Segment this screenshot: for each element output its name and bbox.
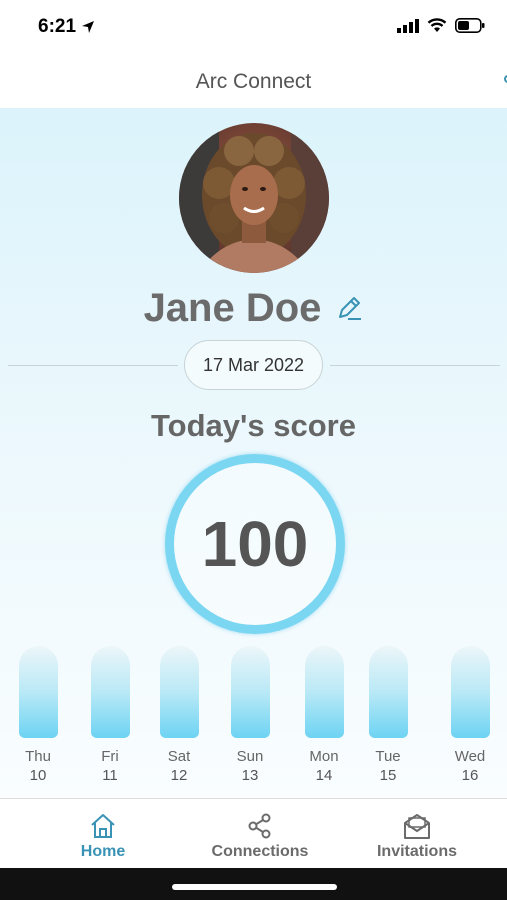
day-name: Thu	[25, 748, 51, 765]
day-number: 13	[241, 767, 259, 784]
time-text: 6:21	[38, 16, 77, 37]
date-pill[interactable]: 17 Mar 2022	[184, 340, 323, 390]
nav-bar: Arc Connect	[0, 56, 507, 108]
score-label: Today's score	[151, 408, 356, 443]
day-name: Sat	[167, 748, 191, 765]
status-bar: 6:21	[0, 0, 507, 56]
day-sat[interactable]: Sat 12	[157, 646, 201, 784]
day-bar	[368, 646, 408, 738]
day-bar	[304, 646, 344, 738]
day-history: Thu 10 Fri 11 Sat 12 Sun 13 Mon 14 Tue 1…	[0, 646, 507, 796]
user-name: Jane Doe	[143, 285, 322, 330]
day-name: Sun	[236, 748, 264, 765]
day-bar	[159, 646, 199, 738]
battery-icon	[455, 18, 485, 33]
tab-invitations[interactable]: Invitations	[347, 811, 487, 861]
wifi-icon	[427, 18, 447, 32]
day-number: 11	[102, 767, 118, 784]
day-tue[interactable]: Tue 15	[366, 646, 410, 784]
day-mon[interactable]: Mon 14	[302, 646, 346, 784]
score-value: 100	[201, 508, 309, 580]
day-bar	[90, 646, 130, 738]
status-time: 6:21	[38, 16, 96, 38]
day-bar	[18, 646, 58, 738]
day-name: Wed	[454, 748, 486, 765]
day-bar	[230, 646, 270, 738]
envelope-icon	[404, 814, 430, 839]
day-number: 14	[315, 767, 333, 784]
tab-label: Home	[80, 843, 126, 860]
tab-connections[interactable]: Connections	[190, 811, 330, 861]
avatar-photo	[179, 123, 329, 273]
day-number: 16	[461, 767, 479, 784]
page-title: Arc Connect	[195, 70, 312, 93]
share-icon	[248, 813, 271, 839]
cellular-signal-icon	[397, 18, 419, 33]
day-number: 12	[170, 767, 188, 784]
date-row: 17 Mar 2022	[0, 340, 507, 390]
divider-right	[330, 365, 500, 366]
home-indicator[interactable]	[172, 884, 337, 890]
day-name: Tue	[375, 748, 401, 765]
day-bar	[450, 646, 490, 738]
day-fri[interactable]: Fri 11	[88, 646, 132, 784]
tab-bar: Home Connections Invitations	[0, 798, 507, 868]
day-number: 15	[379, 767, 397, 784]
tab-home[interactable]: Home	[33, 811, 173, 861]
avatar[interactable]	[179, 123, 329, 273]
day-name: Mon	[309, 748, 339, 765]
tab-label: Connections	[211, 843, 309, 860]
day-wed[interactable]: Wed 16	[448, 646, 492, 784]
divider-left	[8, 365, 178, 366]
location-arrow-icon	[82, 21, 95, 33]
day-sun[interactable]: Sun 13	[228, 646, 272, 784]
home-indicator-area	[0, 868, 507, 900]
name-row: Jane Doe	[0, 283, 507, 333]
day-thu[interactable]: Thu 10	[16, 646, 60, 784]
status-icons	[397, 18, 485, 33]
main-content: Jane Doe 17 Mar 2022 Today's score 100 T…	[0, 108, 507, 798]
day-number: 10	[29, 767, 47, 784]
edit-pencil-icon[interactable]	[335, 294, 363, 322]
home-icon	[91, 814, 115, 838]
tab-label: Invitations	[376, 843, 457, 860]
notification-dot-icon[interactable]	[502, 75, 507, 83]
day-name: Fri	[101, 748, 119, 765]
